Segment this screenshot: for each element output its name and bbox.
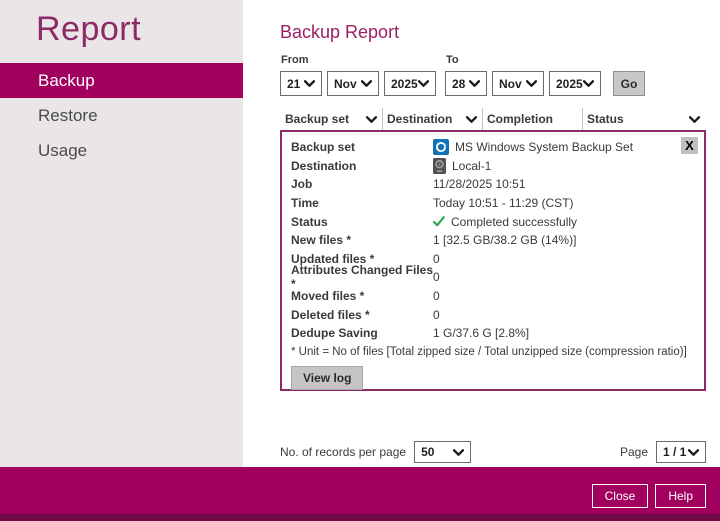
chevron-down-icon	[469, 80, 480, 87]
date-filter-row: 21 Nov 2025 28 Nov 2025 Go	[280, 71, 645, 96]
column-filter-completion[interactable]: Completion	[483, 108, 583, 130]
detail-value: Completed successfully	[451, 214, 578, 229]
bottom-accent-strip	[0, 514, 720, 521]
chevron-down-icon	[304, 80, 315, 87]
records-per-page-group: No. of records per page 50	[280, 441, 472, 463]
detail-row-status: Status Completed successfully	[291, 212, 695, 231]
backup-set-icon	[433, 139, 449, 156]
footer-bar: Close Help	[0, 467, 720, 514]
column-filter-status[interactable]: Status	[583, 108, 705, 130]
detail-row-new-files: New files * 1 [32.5 GB/38.2 GB (14%)]	[291, 231, 695, 250]
detail-label: Job	[291, 177, 313, 192]
backup-report-detail-panel: X Backup set MS Windows System Backup Set…	[280, 130, 706, 391]
chevron-down-icon	[689, 115, 700, 123]
sidebar-menu: Backup Restore Usage	[0, 63, 243, 168]
chevron-down-icon	[418, 80, 429, 87]
column-filter-row: Backup set Destination Completion Status	[281, 108, 705, 130]
detail-value: 11/28/2025 10:51	[433, 177, 526, 192]
detail-row-destination: Destination Local-1	[291, 157, 695, 176]
records-per-page-label: No. of records per page	[280, 445, 407, 459]
column-filter-label: Backup set	[285, 112, 350, 126]
records-per-page-select[interactable]: 50	[414, 441, 472, 463]
column-filter-label: Status	[587, 112, 624, 126]
from-year-select[interactable]: 2025	[384, 71, 436, 96]
detail-value: 0	[433, 251, 440, 266]
view-log-button[interactable]: View log	[291, 365, 364, 390]
close-detail-button[interactable]: X	[681, 137, 698, 154]
to-year-select[interactable]: 2025	[549, 71, 601, 96]
screen: Report Backup Restore Usage Backup Report …	[0, 0, 720, 521]
sidebar: Report Backup Restore Usage	[0, 0, 243, 467]
detail-value: 0	[433, 270, 440, 285]
detail-label: Moved files *	[291, 289, 365, 304]
to-day-select[interactable]: 28	[445, 71, 487, 96]
detail-label: Time	[291, 196, 319, 211]
detail-label: New files *	[291, 233, 352, 248]
chevron-down-icon	[466, 115, 477, 123]
detail-label: Attributes Changed Files *	[291, 263, 434, 292]
detail-row-job: Job 11/28/2025 10:51	[291, 175, 695, 194]
detail-row-time: Time Today 10:51 - 11:29 (CST)	[291, 194, 695, 213]
help-button[interactable]: Help	[655, 484, 706, 508]
app-title: Report	[36, 10, 142, 48]
column-filter-destination[interactable]: Destination	[383, 108, 483, 130]
chevron-down-icon	[453, 448, 465, 456]
detail-label: Destination	[291, 158, 357, 173]
to-month-select[interactable]: Nov	[492, 71, 544, 96]
page-select-group: Page 1 / 1	[620, 441, 706, 463]
page-select[interactable]: 1 / 1	[656, 441, 706, 463]
detail-rows: Backup set MS Windows System Backup Set De…	[291, 138, 695, 343]
sidebar-item-backup[interactable]: Backup	[0, 63, 243, 98]
from-year-value: 2025	[391, 76, 418, 91]
detail-label: Backup set	[291, 140, 356, 155]
chevron-down-icon	[583, 80, 594, 87]
unit-footnote: * Unit = No of files [Total zipped size …	[291, 345, 687, 358]
detail-row-attributes-changed-files: Attributes Changed Files * 0	[291, 263, 695, 291]
page-value: 1 / 1	[663, 445, 687, 459]
detail-row-backup-set: Backup set MS Windows System Backup Set	[291, 138, 695, 157]
detail-value: Local-1	[452, 158, 492, 173]
detail-row-deleted-files: Deleted files * 0	[291, 305, 695, 324]
sidebar-item-restore[interactable]: Restore	[0, 98, 243, 133]
detail-label: Status	[291, 214, 328, 229]
detail-value: Today 10:51 - 11:29 (CST)	[433, 196, 574, 211]
detail-value: 1 G/37.6 G [2.8%]	[433, 326, 530, 341]
check-icon	[433, 216, 445, 227]
detail-value: MS Windows System Backup Set	[455, 140, 634, 155]
column-filter-backup-set[interactable]: Backup set	[281, 108, 383, 130]
page-label: Page	[619, 445, 648, 459]
column-filter-label: Destination	[387, 112, 453, 126]
to-day-value: 28	[452, 76, 466, 91]
from-month-value: Nov	[334, 76, 357, 91]
to-year-value: 2025	[556, 76, 583, 91]
detail-label: Deleted files *	[291, 307, 370, 322]
close-button[interactable]: Close	[591, 484, 649, 508]
chevron-down-icon	[366, 115, 377, 123]
detail-label: Dedupe Saving	[291, 326, 378, 341]
go-button[interactable]: Go	[613, 71, 645, 96]
detail-value: 1 [32.5 GB/38.2 GB (14%)]	[433, 233, 577, 248]
page-title: Backup Report	[280, 22, 400, 42]
from-label: From	[281, 54, 309, 66]
column-filter-label: Completion	[487, 112, 553, 126]
detail-row-moved-files: Moved files * 0	[291, 287, 695, 306]
chevron-down-icon	[361, 80, 372, 87]
detail-value: 0	[433, 307, 440, 322]
from-month-select[interactable]: Nov	[327, 71, 379, 96]
records-per-page-value: 50	[421, 445, 435, 459]
chevron-down-icon	[688, 448, 699, 456]
from-day-value: 21	[287, 76, 301, 91]
chevron-down-icon	[526, 80, 537, 87]
from-day-select[interactable]: 21	[280, 71, 322, 96]
detail-row-dedupe-saving: Dedupe Saving 1 G/37.6 G [2.8%]	[291, 324, 695, 343]
sidebar-item-usage[interactable]: Usage	[0, 133, 243, 168]
to-label: To	[446, 54, 459, 66]
hard-disk-icon	[433, 157, 446, 174]
pagination-bar: No. of records per page 50 Page 1 / 1	[280, 440, 706, 464]
detail-value: 0	[433, 289, 440, 304]
to-month-value: Nov	[499, 76, 522, 91]
